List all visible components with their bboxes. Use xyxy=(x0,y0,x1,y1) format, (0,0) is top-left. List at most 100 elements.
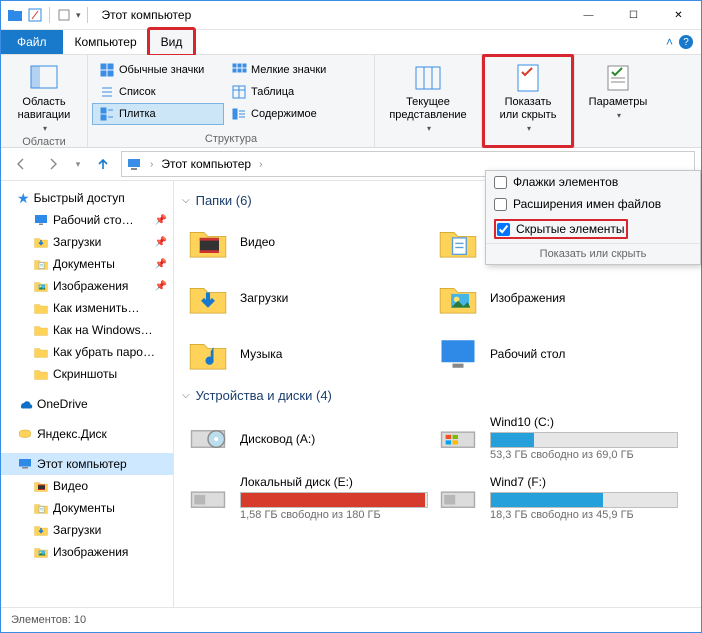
tile-label: Локальный диск (E:) xyxy=(240,475,428,490)
navigation-pane-label: Область навигации xyxy=(18,96,71,122)
layout-gallery[interactable]: Обычные значкиМелкие значки Список Таблица… xyxy=(92,57,356,125)
nav-item[interactable]: OneDrive xyxy=(1,393,173,415)
ribbon-group-label: Области xyxy=(5,134,83,150)
popup-checkbox-row[interactable]: Флажки элементов xyxy=(486,171,700,193)
nav-item-label: Загрузки xyxy=(53,523,101,537)
dvd-icon xyxy=(186,417,230,461)
layout-option[interactable]: Содержимое xyxy=(224,103,356,125)
drives-tiles: Дисковод (A:)Wind10 (C:)53,3 ГБ свободно… xyxy=(182,411,693,531)
capacity-bar xyxy=(490,432,678,448)
drive-tile[interactable]: Локальный диск (E:)1,58 ГБ свободно из 1… xyxy=(182,471,432,527)
maximize-button[interactable]: ☐ xyxy=(611,1,656,29)
nav-item[interactable]: Скриншоты xyxy=(1,363,173,385)
checkbox[interactable] xyxy=(494,176,507,189)
nav-item-label: Как изменить… xyxy=(53,301,139,315)
capacity-bar xyxy=(240,492,428,508)
view-tab[interactable]: Вид xyxy=(149,30,195,54)
help-area: ˄ ? xyxy=(666,30,701,54)
layout-option-label: Список xyxy=(119,86,156,98)
nav-item[interactable]: Документы📌 xyxy=(1,253,173,275)
folder-tile[interactable]: Видео xyxy=(182,216,432,268)
dl-icon xyxy=(33,234,49,250)
drive-tile[interactable]: Дисковод (A:) xyxy=(182,411,432,467)
help-icon[interactable]: ? xyxy=(679,35,693,49)
nav-item[interactable]: Рабочий сто…📌 xyxy=(1,209,173,231)
nav-item[interactable]: Документы xyxy=(1,497,173,519)
recent-dropdown[interactable]: ▾ xyxy=(71,151,85,177)
nav-item[interactable]: Изображения📌 xyxy=(1,275,173,297)
pc-icon xyxy=(17,456,33,472)
drive-tile[interactable]: Wind7 (F:)18,3 ГБ свободно из 45,9 ГБ xyxy=(432,471,682,527)
layout-option[interactable]: Список xyxy=(92,81,224,103)
folder-tile[interactable]: Изображения xyxy=(432,272,682,324)
layout-option[interactable]: Таблица xyxy=(224,81,356,103)
options-label: Параметры xyxy=(589,96,648,109)
nav-item[interactable]: ★Быстрый доступ xyxy=(1,187,173,209)
nav-item[interactable]: Как на Windows… xyxy=(1,319,173,341)
crumb-chevron-icon[interactable]: › xyxy=(150,159,153,170)
doc-icon xyxy=(33,500,49,516)
collapse-ribbon-icon[interactable]: ˄ xyxy=(666,35,673,49)
file-tab[interactable]: Файл xyxy=(1,30,63,54)
layout-option[interactable]: Мелкие значки xyxy=(224,59,356,81)
hdd-icon xyxy=(436,477,480,521)
dl-icon xyxy=(186,276,230,320)
qa-dropdown-icon[interactable] xyxy=(56,7,72,23)
folder-tile[interactable]: Загрузки xyxy=(182,272,432,324)
tile-label: Музыка xyxy=(240,347,428,362)
nav-item-label: Рабочий сто… xyxy=(53,213,134,227)
app-icon xyxy=(7,7,23,23)
nav-item[interactable]: Как убрать паро… xyxy=(1,341,173,363)
current-view-button[interactable]: Текущее представление ▾ xyxy=(379,57,477,134)
nav-item-label: Изображения xyxy=(53,279,128,293)
drives-group-header[interactable]: ⌵ Устройства и диски (4) xyxy=(182,388,693,403)
crumb-chevron-icon[interactable]: › xyxy=(259,159,262,170)
popup-checkbox-row[interactable]: Скрытые элементы xyxy=(486,215,700,243)
folder-tile[interactable]: Рабочий стол xyxy=(432,328,682,380)
folder-tile[interactable]: Музыка xyxy=(182,328,432,380)
show-hide-button[interactable]: Показать или скрыть ▾ xyxy=(486,57,570,134)
popup-footer: Показать или скрыть xyxy=(486,243,700,264)
navigation-pane[interactable]: ★Быстрый доступРабочий сто…📌Загрузки📌Док… xyxy=(1,181,174,607)
back-button[interactable] xyxy=(7,151,35,177)
layout-option[interactable]: Обычные значки xyxy=(92,59,224,81)
pc-icon xyxy=(126,156,142,172)
options-button[interactable]: Параметры ▾ xyxy=(579,57,657,121)
popup-checkbox-row[interactable]: Расширения имен файлов xyxy=(486,193,700,215)
navigation-pane-button[interactable]: Область навигации ▾ xyxy=(5,57,83,134)
navigation-pane-icon xyxy=(28,62,60,94)
window-controls: — ☐ ✕ xyxy=(566,1,701,29)
pic-icon xyxy=(33,544,49,560)
nav-item[interactable]: Видео xyxy=(1,475,173,497)
nav-item[interactable]: Яндекс.Диск xyxy=(1,423,173,445)
dl-icon xyxy=(33,522,49,538)
nav-item[interactable]: Загрузки xyxy=(1,519,173,541)
computer-tab[interactable]: Компьютер xyxy=(63,30,149,54)
options-icon xyxy=(602,62,634,94)
breadcrumb-root[interactable]: Этот компьютер xyxy=(161,157,251,171)
qa-properties-icon[interactable] xyxy=(27,7,43,23)
folder-icon xyxy=(33,344,49,360)
minimize-button[interactable]: — xyxy=(566,1,611,29)
checkbox[interactable] xyxy=(497,223,510,236)
layout-option-label: Плитка xyxy=(119,108,156,120)
up-button[interactable] xyxy=(89,151,117,177)
drive-tile[interactable]: Wind10 (C:)53,3 ГБ свободно из 69,0 ГБ xyxy=(432,411,682,467)
layout-option[interactable]: Плитка xyxy=(92,103,224,125)
checkbox[interactable] xyxy=(494,198,507,211)
chevron-down-icon: ⌵ xyxy=(182,195,190,206)
tile-label: Рабочий стол xyxy=(490,347,678,362)
forward-button[interactable] xyxy=(39,151,67,177)
ribbon-group-label xyxy=(379,143,477,147)
music-icon xyxy=(186,332,230,376)
close-button[interactable]: ✕ xyxy=(656,1,701,29)
qa-overflow-icon[interactable]: ▾ xyxy=(76,10,81,21)
nav-item[interactable]: Изображения xyxy=(1,541,173,563)
menu-bar: Файл Компьютер Вид ˄ ? xyxy=(1,30,701,55)
separator xyxy=(87,7,88,23)
ribbon-group-current-view: Текущее представление ▾ xyxy=(375,55,482,147)
win-icon xyxy=(436,417,480,461)
nav-item[interactable]: Загрузки📌 xyxy=(1,231,173,253)
nav-item[interactable]: Этот компьютер xyxy=(1,453,173,475)
nav-item[interactable]: Как изменить… xyxy=(1,297,173,319)
